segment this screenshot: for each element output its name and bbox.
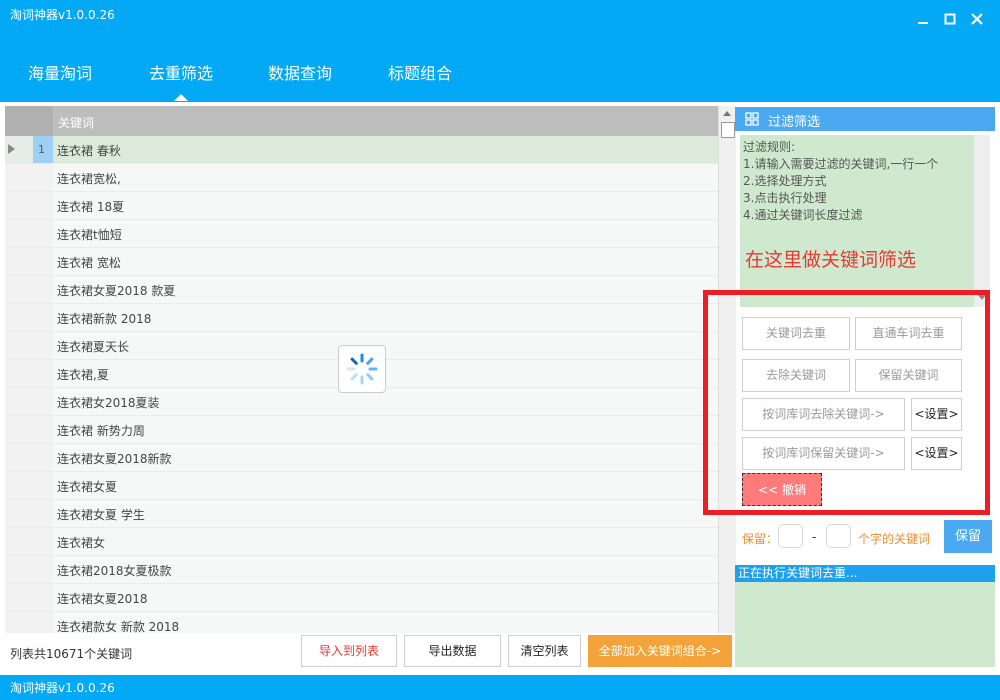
filter-rules-textarea[interactable]: 过滤规则: 1.请输入需要过滤的关键词,一行一个 2.选择处理方式 3.点击执行… [740,135,974,307]
row-header[interactable]: 7 [5,304,53,331]
row-header[interactable]: 2 [5,164,53,191]
clear-list-button[interactable]: 清空列表 [508,635,581,667]
table-row[interactable]: 13连衣裙女夏 [5,472,718,500]
keep-length-button[interactable]: 保留 [944,520,992,553]
keyword-cell[interactable]: 连衣裙2018女夏极款 [57,562,172,579]
keep-min-length-input[interactable] [778,524,803,548]
current-row-arrow-icon [8,144,15,154]
table-row[interactable]: 6连衣裙女夏2018 款夏 [5,276,718,304]
title-bar: 淘词神器v1.0.0.26 海量淘词 去重筛选 数据查询 标题组合 [0,0,1000,102]
keyword-cell[interactable]: 连衣裙 春秋 [57,142,121,159]
table-row[interactable]: 15连衣裙女 [5,528,718,556]
column-header-keyword[interactable]: 关键词 [58,114,94,131]
row-number: 1 [38,143,45,156]
table-row[interactable]: 16连衣裙2018女夏极款 [5,556,718,584]
add-all-to-combine-button[interactable]: 全部加入关键词组合-> [588,635,732,667]
rule-line: 过滤规则: [743,140,796,154]
keep-dash: - [812,530,817,544]
minimize-icon[interactable] [915,11,931,27]
tab-data-query[interactable]: 数据查询 [268,60,332,84]
keyword-cell[interactable]: 连衣裙女夏 学生 [57,506,145,523]
keyword-count: 列表共10671个关键词 [10,647,133,661]
keyword-cell[interactable]: 连衣裙女 [57,534,105,551]
row-header-corner [5,106,53,136]
rule-line: 4.通过关键词长度过滤 [743,208,863,222]
keyword-cell[interactable]: 连衣裙女夏 [57,478,117,495]
keyword-cell[interactable]: 连衣裙 新势力周 [57,422,145,439]
tab-title-combine[interactable]: 标题组合 [388,60,452,84]
row-header[interactable]: 4 [5,220,53,247]
keyword-cell[interactable]: 连衣裙款女 新款 2018 [57,618,179,633]
rule-line: 2.选择处理方式 [743,174,827,188]
filter-panel-header: 过滤筛选 [735,107,995,131]
keyword-cell[interactable]: 连衣裙t恤短 [57,226,122,243]
row-header[interactable]: 18 [5,612,53,633]
row-header[interactable]: 14 [5,500,53,527]
keyword-cell[interactable]: 连衣裙女夏2018 款夏 [57,282,175,299]
table-row[interactable]: 17连衣裙女夏2018 [5,584,718,612]
import-button[interactable]: 导入到列表 [301,635,397,667]
export-button[interactable]: 导出数据 [404,635,501,667]
filter-panel-title: 过滤筛选 [768,115,821,130]
filter-hint: 在这里做关键词筛选 [745,249,917,271]
keep-label: 保留： [742,532,779,546]
table-row[interactable]: 11连衣裙 新势力周 [5,416,718,444]
status-text: 正在执行关键词去重... [735,565,995,582]
rule-line: 3.点击执行处理 [743,191,827,205]
table-row[interactable]: 18 连衣裙款女 新款 2018 [5,612,718,633]
scroll-up-icon[interactable] [723,111,731,116]
row-header[interactable]: 9 [5,360,53,387]
row-header[interactable]: 11 [5,416,53,443]
app-title: 淘词神器v1.0.0.26 [10,8,115,22]
table-row[interactable]: 7连衣裙新款 2018 [5,304,718,332]
close-icon[interactable] [969,11,985,27]
log-area[interactable] [735,582,995,667]
footer-title: 淘词神器v1.0.0.26 [10,681,115,695]
table-row[interactable]: 14连衣裙女夏 学生 [5,500,718,528]
grid-header: 关键词 [5,106,718,136]
row-header[interactable]: 17 [5,584,53,611]
keep-suffix: 个字的关键词 [858,532,931,546]
row-header[interactable]: 5 [5,248,53,275]
row-header[interactable]: 1 [5,136,53,163]
keep-max-length-input[interactable] [826,524,851,548]
keyword-cell[interactable]: 连衣裙女夏2018新款 [57,450,172,467]
rules-scrollbar[interactable] [974,135,990,307]
row-header[interactable]: 8 [5,332,53,359]
table-row[interactable]: 2连衣裙宽松, [5,164,718,192]
table-row[interactable]: 4连衣裙t恤短 [5,220,718,248]
rule-line: 1.请输入需要过滤的关键词,一行一个 [743,157,939,171]
keyword-cell[interactable]: 连衣裙新款 2018 [57,310,151,327]
table-row[interactable]: 12连衣裙女夏2018新款 [5,444,718,472]
loading-spinner-icon [338,345,386,393]
keyword-cell[interactable]: 连衣裙,夏 [57,366,109,383]
table-row[interactable]: 3连衣裙 18夏 [5,192,718,220]
row-header[interactable]: 6 [5,276,53,303]
keyword-cell[interactable]: 连衣裙 宽松 [57,254,121,271]
keyword-cell[interactable]: 连衣裙女夏2018 [57,590,148,607]
table-row[interactable]: 1 连衣裙 春秋 [5,136,718,164]
active-tab-indicator [174,94,188,101]
row-header[interactable]: 12 [5,444,53,471]
table-row[interactable]: 5连衣裙 宽松 [5,248,718,276]
keyword-cell[interactable]: 连衣裙宽松, [57,170,121,187]
status-bar: 淘词神器v1.0.0.26 [0,675,1000,700]
row-header[interactable]: 13 [5,472,53,499]
tab-dedupe-filter[interactable]: 去重筛选 [149,60,213,84]
keyword-cell[interactable]: 连衣裙 18夏 [57,198,124,215]
row-header[interactable]: 16 [5,556,53,583]
tab-mass-search[interactable]: 海量淘词 [28,60,92,84]
row-header[interactable]: 15 [5,528,53,555]
keyword-cell[interactable]: 连衣裙女2018夏装 [57,394,160,411]
row-header[interactable]: 3 [5,192,53,219]
highlight-box [703,290,990,515]
row-header[interactable]: 10 [5,388,53,415]
keyword-cell[interactable]: 连衣裙夏天长 [57,338,129,355]
grid-icon [745,112,759,126]
scroll-thumb[interactable] [721,122,735,138]
maximize-icon[interactable] [942,11,958,27]
